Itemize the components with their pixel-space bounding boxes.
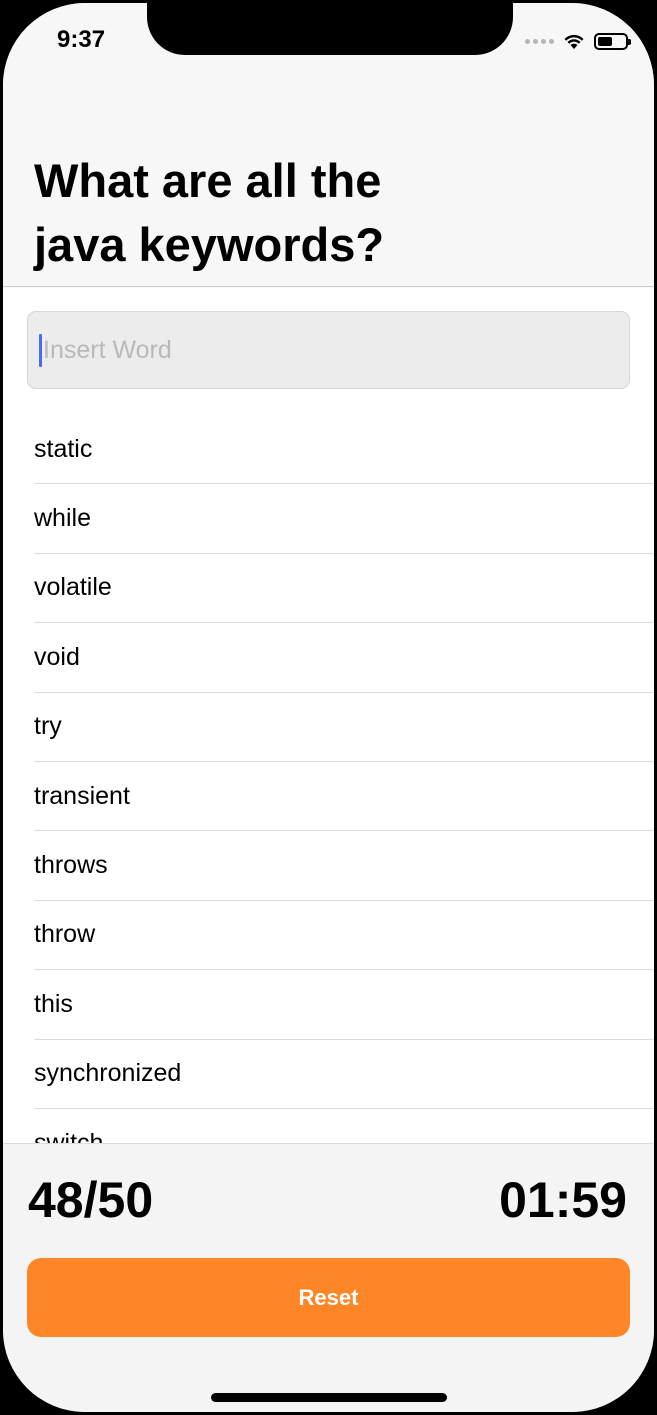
list-item[interactable]: void bbox=[34, 623, 654, 693]
list-item[interactable]: while bbox=[34, 484, 654, 554]
list-item[interactable]: synchronized bbox=[34, 1040, 654, 1109]
notch bbox=[147, 3, 513, 55]
status-time: 9:37 bbox=[57, 26, 106, 53]
content: staticwhilevolatilevoidtrytransientthrow… bbox=[3, 288, 654, 1143]
text-cursor bbox=[39, 334, 42, 367]
status-bar: 9:37 bbox=[3, 3, 654, 83]
status-icons bbox=[525, 32, 631, 50]
battery-level bbox=[598, 36, 613, 46]
home-indicator[interactable] bbox=[211, 1393, 447, 1402]
list-item[interactable]: switch bbox=[34, 1109, 654, 1143]
wifi-icon bbox=[564, 34, 584, 49]
list-item[interactable]: throw bbox=[34, 901, 654, 971]
list-item[interactable]: transient bbox=[34, 762, 654, 832]
word-list: static while volatile void try transient throw… bbox=[34, 415, 654, 1143]
score-counter: 48/50 bbox=[28, 1172, 154, 1228]
list-item[interactable]: static bbox=[34, 415, 654, 485]
timer: 01:59 bbox=[499, 1172, 627, 1228]
word-input[interactable] bbox=[27, 311, 630, 389]
app-screen: What are all the java keywords? 9:37 Ins… bbox=[3, 3, 654, 1412]
list-item[interactable]: this bbox=[34, 970, 654, 1040]
page-title: What are all the java keywords? bbox=[34, 154, 385, 271]
footer: 48/50 01:59 Reset bbox=[3, 1143, 654, 1412]
reset-button[interactable]: Reset bbox=[27, 1258, 630, 1337]
battery-icon bbox=[594, 32, 631, 50]
list-item[interactable]: try bbox=[34, 693, 654, 762]
list-item[interactable]: volatile bbox=[34, 554, 654, 624]
device-frame: What are all the java keywords? 9:37 Ins… bbox=[0, 0, 657, 1415]
list-item[interactable]: throws bbox=[34, 831, 654, 901]
cellular-signal-icon bbox=[525, 38, 554, 44]
